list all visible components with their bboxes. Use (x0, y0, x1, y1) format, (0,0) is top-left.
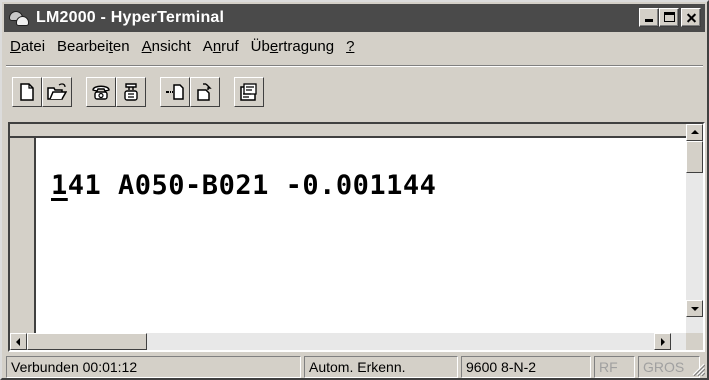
terminal-frame: 141 A050-B021 -0.001144 (8, 122, 705, 352)
minimize-icon (645, 19, 653, 22)
maximize-icon (664, 12, 675, 22)
vertical-scroll-thumb[interactable] (686, 141, 703, 173)
scrollbar-corner (686, 333, 703, 350)
menu-datei[interactable]: Datei (4, 37, 51, 57)
scroll-left-button[interactable] (10, 333, 27, 350)
send-file-icon (166, 84, 184, 100)
properties-button[interactable] (234, 77, 264, 107)
menu-ansicht[interactable]: Ansicht (136, 37, 197, 57)
scroll-down-button[interactable] (686, 300, 703, 317)
status-port-settings: 9600 8-N-2 (461, 356, 591, 378)
new-connection-button[interactable] (12, 77, 42, 107)
connect-button[interactable] (86, 77, 116, 107)
menu-bearbeiten[interactable]: Bearbeiten (51, 37, 136, 57)
toolbar (12, 71, 264, 113)
hyperterminal-app-icon[interactable] (8, 7, 30, 29)
open-folder-icon (47, 83, 67, 100)
horizontal-scrollbar[interactable] (10, 333, 688, 350)
terminal-line-text: 41 A050-B021 -0.001144 (67, 170, 437, 201)
receive-button[interactable] (190, 77, 220, 107)
status-connected: Verbunden 00:01:12 (6, 356, 301, 378)
scroll-up-button[interactable] (686, 124, 703, 141)
minimize-button[interactable] (639, 8, 659, 27)
close-icon (682, 9, 700, 26)
vertical-scrollbar[interactable] (686, 124, 703, 334)
menu-uebertragung[interactable]: Übertragung (245, 37, 340, 57)
status-bar: Verbunden 00:01:12 Autom. Erkenn. 9600 8… (6, 356, 707, 378)
arrow-down-icon (691, 307, 699, 311)
terminal-cursor: 1 (51, 170, 68, 201)
title-buttons (639, 8, 701, 27)
title-bar[interactable]: LM2000 - HyperTerminal (4, 4, 705, 32)
properties-icon (240, 83, 257, 101)
close-button[interactable] (681, 8, 701, 27)
receive-file-icon (197, 83, 212, 101)
arrow-left-icon (16, 338, 20, 346)
menu-anruf[interactable]: Anruf (197, 37, 245, 57)
arrow-right-icon (661, 338, 665, 346)
menu-bar: Datei Bearbeiten Ansicht Anruf Übertragu… (4, 35, 360, 59)
toolbar-separator (6, 65, 703, 67)
hyperterminal-window: LM2000 - HyperTerminal Datei Bearbeiten … (0, 0, 709, 380)
window-title: LM2000 - HyperTerminal (36, 9, 225, 26)
status-autodetect: Autom. Erkenn. (304, 356, 458, 378)
menu-help[interactable]: ? (340, 37, 360, 57)
horizontal-scroll-thumb[interactable] (27, 333, 147, 350)
maximize-button[interactable] (659, 8, 679, 27)
resize-grip-icon[interactable] (691, 362, 705, 376)
connect-phone-icon (92, 85, 110, 100)
arrow-up-icon (691, 130, 699, 134)
status-scroll-indicator: RF (594, 356, 635, 378)
open-button[interactable] (42, 77, 72, 107)
scroll-right-button[interactable] (654, 333, 671, 350)
terminal-screen[interactable] (10, 124, 688, 334)
disconnect-phone-icon (124, 83, 138, 101)
send-button[interactable] (160, 77, 190, 107)
terminal-top-margin (10, 124, 688, 138)
terminal-output-line: 141 A050-B021 -0.001144 (51, 170, 436, 201)
terminal-left-margin (10, 138, 36, 334)
disconnect-button[interactable] (116, 77, 146, 107)
new-file-icon (20, 83, 34, 101)
